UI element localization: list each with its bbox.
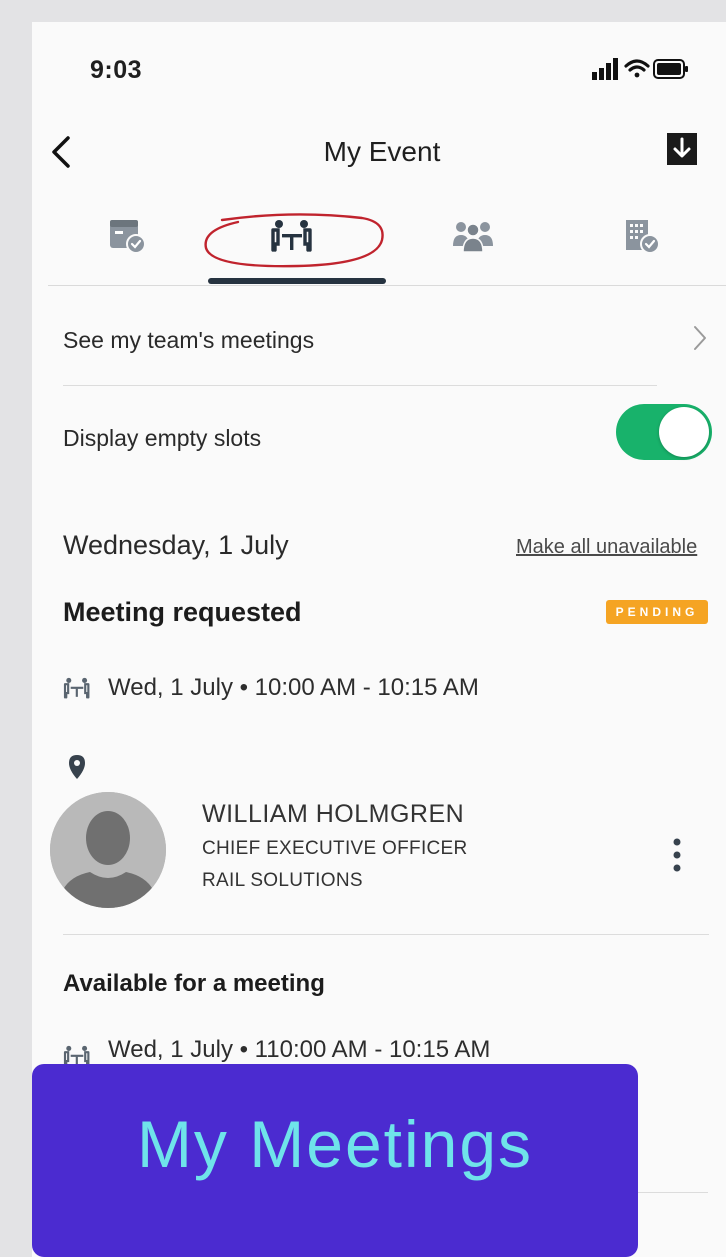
available-slot-time: Wed, 1 July • 110:00 AM - 10:15 AM (108, 1036, 491, 1063)
team-meetings-link[interactable]: See my team's meetings (63, 327, 314, 354)
page-title: My Event (323, 136, 441, 167)
chevron-right-icon[interactable] (692, 324, 708, 352)
attendee-role: CHIEF EXECUTIVE OFFICER (202, 838, 468, 859)
attendee-company: RAIL SOLUTIONS (202, 870, 363, 891)
signal-icon (592, 58, 618, 80)
empty-slots-toggle[interactable] (616, 404, 712, 460)
toggle-knob (659, 407, 709, 457)
building-check-icon (626, 220, 660, 254)
people-icon (453, 222, 493, 253)
download-button[interactable] (665, 130, 699, 168)
make-all-unavailable-link[interactable]: Make all unavailable (516, 536, 697, 559)
active-tab-indicator (208, 278, 386, 284)
location-pin-icon (68, 754, 86, 780)
date-heading: Wednesday, 1 July (63, 530, 289, 560)
download-icon (667, 133, 697, 165)
section-divider (63, 934, 709, 935)
meeting-table-icon (63, 676, 91, 700)
back-button[interactable] (46, 132, 76, 172)
chevron-left-icon (52, 136, 70, 168)
wifi-icon (624, 59, 650, 78)
status-icons (590, 56, 690, 82)
more-options-button[interactable] (672, 837, 682, 873)
caption-banner: My Meetings (32, 1064, 638, 1257)
empty-slots-label: Display empty slots (63, 425, 262, 451)
app-screen: 9:03 My Event See my team's meetings Dis… (32, 22, 726, 1257)
battery-icon (653, 59, 688, 79)
status-badge: PENDING (606, 600, 708, 624)
meeting-requested-title: Meeting requested (63, 597, 302, 627)
status-time: 9:03 (90, 56, 143, 84)
tabs-divider (48, 285, 726, 286)
attendee-name[interactable]: WILLIAM HOLMGREN (202, 800, 464, 829)
tab-people[interactable] (450, 216, 496, 256)
person-silhouette-icon (50, 792, 166, 908)
row-divider (63, 385, 657, 386)
caption-text: My Meetings (136, 1107, 534, 1181)
tab-agenda[interactable] (108, 216, 148, 256)
tab-exhibitors[interactable] (622, 216, 662, 256)
more-vertical-icon (673, 838, 681, 872)
meeting-time: Wed, 1 July • 10:00 AM - 10:15 AM (108, 674, 479, 701)
row-divider (638, 1192, 708, 1193)
avatar[interactable] (50, 792, 166, 908)
available-meeting-title: Available for a meeting (63, 970, 325, 997)
calendar-check-icon (110, 220, 146, 254)
highlight-circle (202, 212, 388, 272)
